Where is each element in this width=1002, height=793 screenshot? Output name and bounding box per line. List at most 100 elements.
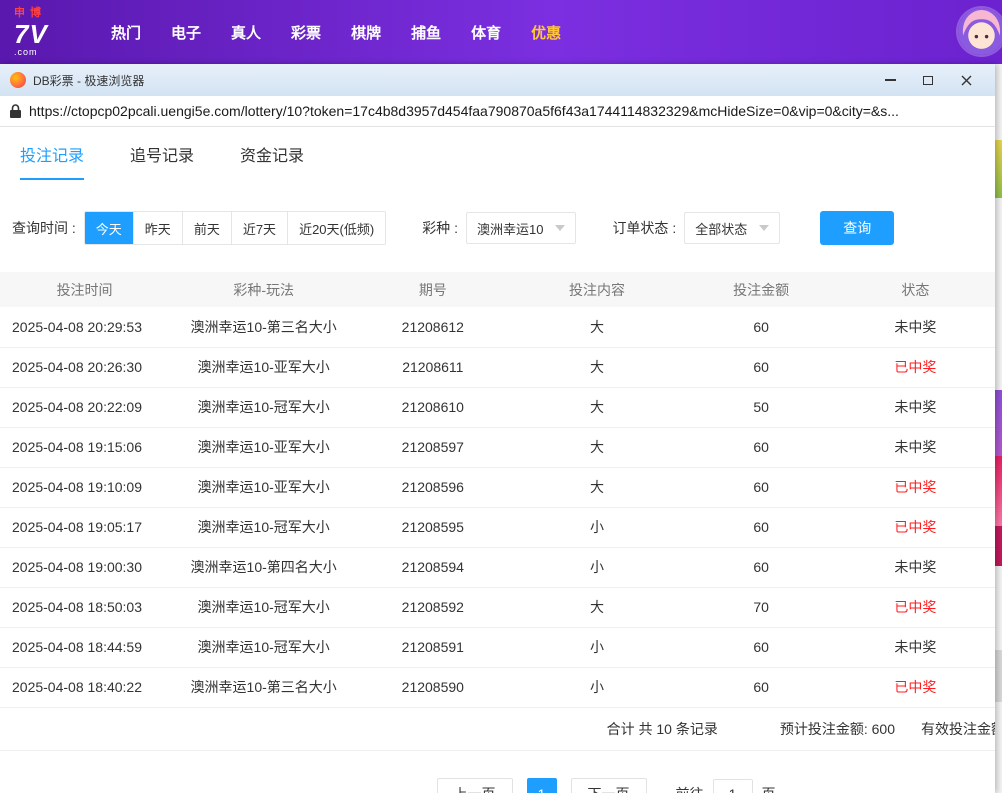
bet-time-cell: 2025-04-08 18:50:03 <box>0 587 169 627</box>
address-bar: https://ctopcp02pcali.uengi5e.com/lotter… <box>0 96 995 127</box>
nav-item-fishing[interactable]: 捕鱼 <box>411 22 441 43</box>
next-page-button[interactable]: 下一页 <box>571 778 647 793</box>
game-cell: 澳洲幸运10-亚军大小 <box>169 347 358 387</box>
summary-bar: 合计 共 10 条记录 预计投注金额: 600 有效投注金额 <box>0 708 995 751</box>
game-cell: 澳洲幸运10-亚军大小 <box>169 467 358 507</box>
header-amount: 投注金额 <box>687 272 836 307</box>
chevron-down-icon <box>555 225 565 231</box>
amount-cell: 60 <box>687 627 836 667</box>
time-filter-group: 今天 昨天 前天 近7天 近20天(低频) <box>84 211 386 245</box>
bet-time-cell: 2025-04-08 20:29:53 <box>0 307 169 347</box>
table-header-row: 投注时间 彩种-玩法 期号 投注内容 投注金额 状态 <box>0 272 995 307</box>
status-filter-label: 订单状态 : <box>612 218 676 238</box>
amount-cell: 60 <box>687 307 836 347</box>
bet-time-cell: 2025-04-08 19:05:17 <box>0 507 169 547</box>
status-cell: 未中奖 <box>836 627 995 667</box>
goto-page-input[interactable] <box>713 779 753 793</box>
game-cell: 澳洲幸运10-冠军大小 <box>169 587 358 627</box>
amount-cell: 70 <box>687 587 836 627</box>
content-cell: 小 <box>507 507 686 547</box>
record-tabs: 投注记录 追号记录 资金记录 <box>0 127 995 180</box>
nav-item-slots[interactable]: 电子 <box>171 22 201 43</box>
browser-app-icon <box>10 72 26 88</box>
status-cell: 未中奖 <box>836 547 995 587</box>
logo-text-suffix: .com <box>14 48 84 57</box>
minimize-button[interactable] <box>871 67 909 93</box>
time-option-today[interactable]: 今天 <box>85 212 133 244</box>
status-cell: 已中奖 <box>836 587 995 627</box>
time-option-7days[interactable]: 近7天 <box>231 212 287 244</box>
tab-fund-records[interactable]: 资金记录 <box>240 142 304 180</box>
issue-cell: 21208594 <box>358 547 507 587</box>
close-button[interactable] <box>947 67 985 93</box>
current-page-button[interactable]: 1 <box>527 778 557 793</box>
tab-chase-records[interactable]: 追号记录 <box>130 142 194 180</box>
issue-cell: 21208592 <box>358 587 507 627</box>
status-cell: 已中奖 <box>836 347 995 387</box>
game-cell: 澳洲幸运10-冠军大小 <box>169 507 358 547</box>
nav-item-cards[interactable]: 棋牌 <box>351 22 381 43</box>
url-input[interactable]: https://ctopcp02pcali.uengi5e.com/lotter… <box>29 103 899 119</box>
content-cell: 大 <box>507 347 686 387</box>
maximize-icon <box>923 76 933 85</box>
chevron-down-icon <box>759 225 769 231</box>
logo-text-top: 申博 <box>14 8 84 19</box>
content-cell: 大 <box>507 307 686 347</box>
background-fragment <box>995 650 1002 702</box>
minimize-icon <box>885 79 896 81</box>
expected-amount-summary: 预计投注金额: 600 <box>780 719 895 739</box>
maximize-button[interactable] <box>909 67 947 93</box>
bet-time-cell: 2025-04-08 19:15:06 <box>0 427 169 467</box>
bet-records-table: 投注时间 彩种-玩法 期号 投注内容 投注金额 状态 2025-04-08 20… <box>0 272 995 708</box>
prev-page-button[interactable]: 上一页 <box>437 778 513 793</box>
header-game: 彩种-玩法 <box>169 272 358 307</box>
time-option-daybefore[interactable]: 前天 <box>182 212 231 244</box>
content-cell: 大 <box>507 587 686 627</box>
site-logo[interactable]: 申博 7V .com <box>14 8 84 57</box>
nav-item-promo[interactable]: 优惠 <box>531 22 561 43</box>
bet-time-cell: 2025-04-08 19:00:30 <box>0 547 169 587</box>
order-status-select[interactable]: 全部状态 <box>684 212 780 244</box>
table-row: 2025-04-08 19:05:17 澳洲幸运10-冠军大小 21208595… <box>0 507 995 547</box>
content-cell: 小 <box>507 627 686 667</box>
main-nav: 热门 电子 真人 彩票 棋牌 捕鱼 体育 优惠 <box>96 22 576 43</box>
game-cell: 澳洲幸运10-第四名大小 <box>169 547 358 587</box>
nav-item-hot[interactable]: 热门 <box>111 22 141 43</box>
issue-cell: 21208596 <box>358 467 507 507</box>
table-row: 2025-04-08 19:10:09 澳洲幸运10-亚军大小 21208596… <box>0 467 995 507</box>
status-cell: 未中奖 <box>836 307 995 347</box>
content-cell: 小 <box>507 547 686 587</box>
time-option-yesterday[interactable]: 昨天 <box>133 212 182 244</box>
nav-item-live[interactable]: 真人 <box>231 22 261 43</box>
search-button[interactable]: 查询 <box>820 211 894 245</box>
bet-time-cell: 2025-04-08 18:44:59 <box>0 627 169 667</box>
background-fragment <box>995 526 1002 566</box>
amount-cell: 60 <box>687 467 836 507</box>
content-cell: 小 <box>507 667 686 707</box>
bet-time-cell: 2025-04-08 20:22:09 <box>0 387 169 427</box>
content-cell: 大 <box>507 387 686 427</box>
game-cell: 澳洲幸运10-亚军大小 <box>169 427 358 467</box>
nav-item-sports[interactable]: 体育 <box>471 22 501 43</box>
issue-cell: 21208590 <box>358 667 507 707</box>
tab-bet-records[interactable]: 投注记录 <box>20 142 84 180</box>
time-option-20days[interactable]: 近20天(低频) <box>287 212 385 244</box>
bet-time-cell: 2025-04-08 18:40:22 <box>0 667 169 707</box>
goto-unit-label: 页 <box>762 784 776 793</box>
issue-cell: 21208591 <box>358 627 507 667</box>
status-cell: 未中奖 <box>836 427 995 467</box>
game-cell: 澳洲幸运10-第三名大小 <box>169 667 358 707</box>
window-titlebar[interactable]: DB彩票 - 极速浏览器 <box>0 64 995 96</box>
browser-window: DB彩票 - 极速浏览器 https://ctopcp02pcali.uengi… <box>0 64 995 793</box>
lottery-select[interactable]: 澳洲幸运10 <box>466 212 576 244</box>
nav-item-lottery[interactable]: 彩票 <box>291 22 321 43</box>
record-count-summary: 合计 共 10 条记录 <box>607 719 718 739</box>
amount-cell: 60 <box>687 427 836 467</box>
user-avatar[interactable] <box>958 8 1002 55</box>
amount-cell: 60 <box>687 347 836 387</box>
background-fragment <box>995 140 1002 198</box>
window-title: DB彩票 - 极速浏览器 <box>33 72 144 89</box>
amount-cell: 50 <box>687 387 836 427</box>
window-controls <box>871 67 985 93</box>
table-row: 2025-04-08 18:44:59 澳洲幸运10-冠军大小 21208591… <box>0 627 995 667</box>
